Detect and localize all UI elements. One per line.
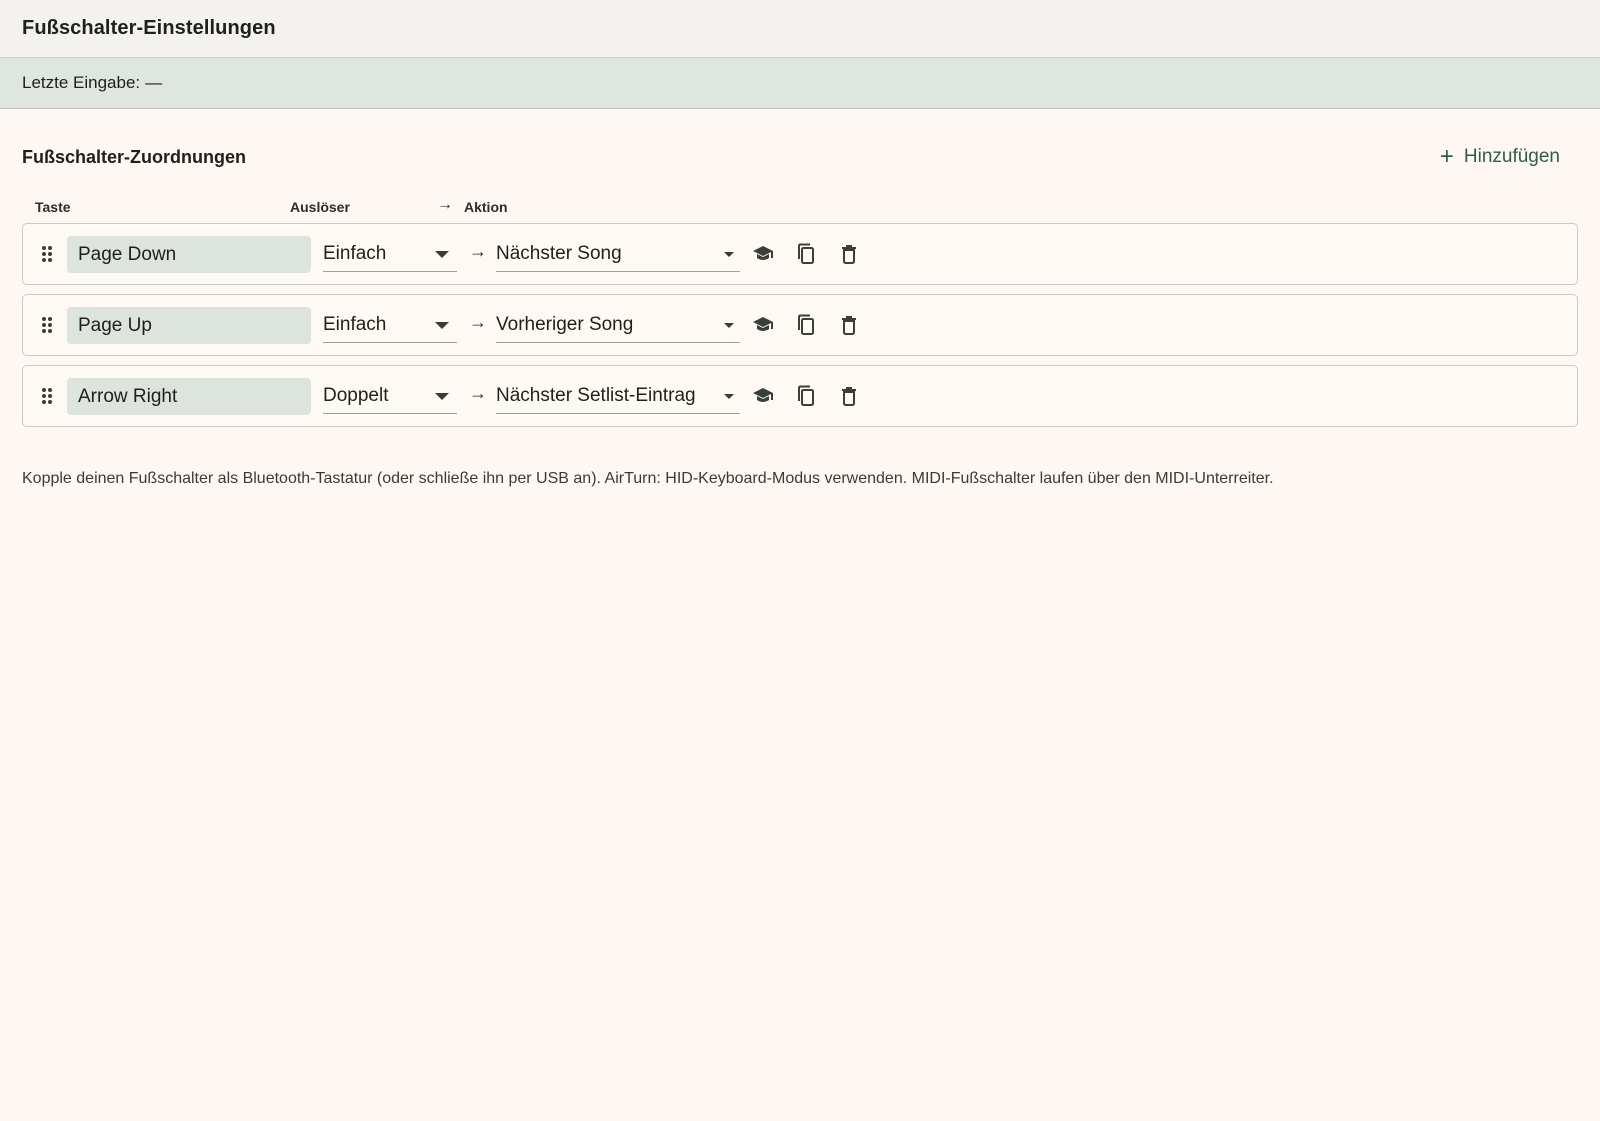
trigger-select[interactable]: Einfach: [323, 236, 457, 272]
column-header-key: Taste: [35, 199, 71, 215]
delete-icon[interactable]: [836, 241, 862, 267]
trigger-select[interactable]: Einfach: [323, 307, 457, 343]
action-value: Nächster Song: [496, 242, 622, 264]
column-headers: Taste Auslöser → Aktion: [22, 196, 622, 218]
arrow-right-icon: →: [469, 241, 487, 261]
learn-icon[interactable]: [750, 241, 776, 267]
dropdown-caret-icon: [724, 394, 734, 399]
plus-icon: +: [1439, 143, 1454, 170]
trigger-value: Einfach: [323, 242, 387, 264]
section-title: Fußschalter-Zuordnungen: [22, 146, 246, 167]
mapping-row: Page Up Einfach → Vorheriger Song: [22, 294, 1578, 356]
copy-icon[interactable]: [793, 383, 819, 409]
help-text: Kopple deinen Fußschalter als Bluetooth-…: [22, 470, 1274, 487]
page-title: Fußschalter-Einstellungen: [22, 17, 276, 39]
drag-handle-icon[interactable]: [41, 387, 53, 405]
title-bar: Fußschalter-Einstellungen: [0, 0, 1600, 58]
last-input-label: Letzte Eingabe:: [22, 73, 141, 92]
last-input-bar: Letzte Eingabe: —: [0, 58, 1600, 109]
delete-icon[interactable]: [836, 312, 862, 338]
learn-icon[interactable]: [750, 312, 776, 338]
trigger-value: Doppelt: [323, 384, 389, 406]
arrow-right-icon: →: [469, 383, 487, 403]
key-field[interactable]: Arrow Right: [67, 378, 311, 415]
drag-handle-icon[interactable]: [41, 316, 53, 334]
learn-icon[interactable]: [750, 383, 776, 409]
copy-icon[interactable]: [793, 241, 819, 267]
action-value: Vorheriger Song: [496, 313, 634, 335]
action-select[interactable]: Vorheriger Song: [496, 307, 740, 343]
dropdown-caret-icon: [435, 251, 449, 258]
add-mapping-label: Hinzufügen: [1463, 146, 1560, 167]
column-header-action: Aktion: [464, 199, 508, 215]
mapping-row: Arrow Right Doppelt → Nächster Setlist-E…: [22, 365, 1578, 427]
copy-icon[interactable]: [793, 312, 819, 338]
arrow-right-icon: →: [469, 312, 487, 332]
delete-icon[interactable]: [836, 383, 862, 409]
dropdown-caret-icon: [435, 393, 449, 400]
trigger-select[interactable]: Doppelt: [323, 378, 457, 414]
section-header: Fußschalter-Zuordnungen + Hinzufügen: [22, 138, 1578, 176]
key-field[interactable]: Page Up: [67, 307, 311, 344]
action-select[interactable]: Nächster Song: [496, 236, 740, 272]
last-input-value: —: [145, 73, 163, 92]
mapping-list: Page Down Einfach → Nächster Song Page U…: [22, 223, 1578, 436]
arrow-right-icon: →: [437, 196, 453, 213]
mapping-row: Page Down Einfach → Nächster Song: [22, 223, 1578, 285]
action-value: Nächster Setlist-Eintrag: [496, 384, 696, 406]
dropdown-caret-icon: [435, 322, 449, 329]
column-header-trigger: Auslöser: [290, 199, 350, 215]
dropdown-caret-icon: [724, 323, 734, 328]
trigger-value: Einfach: [323, 313, 387, 335]
action-select[interactable]: Nächster Setlist-Eintrag: [496, 378, 740, 414]
drag-handle-icon[interactable]: [41, 245, 53, 263]
key-field[interactable]: Page Down: [67, 236, 311, 273]
add-mapping-button[interactable]: + Hinzufügen: [1432, 141, 1578, 173]
dropdown-caret-icon: [724, 252, 734, 257]
